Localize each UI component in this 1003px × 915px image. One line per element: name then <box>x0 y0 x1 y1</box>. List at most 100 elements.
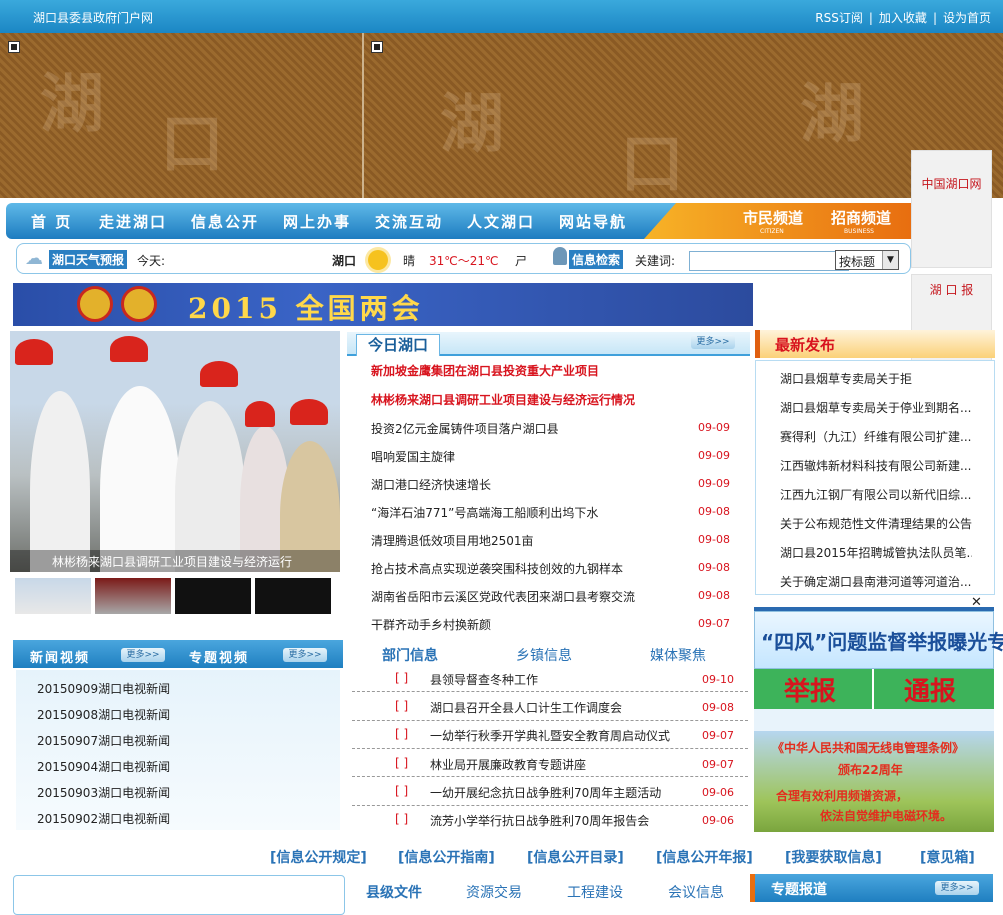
report-button[interactable]: 举报 <box>784 671 836 708</box>
video-more-link[interactable]: 更多>> <box>121 648 165 662</box>
news-link[interactable]: 唱响爱国主旋律 <box>371 448 455 465</box>
list-item[interactable]: 20150908湖口电视新闻 <box>37 706 170 723</box>
wind-icon: ㄕ <box>515 254 528 268</box>
float-link-box[interactable]: 中国湖口网 <box>911 150 992 268</box>
news-link[interactable]: “海洋石油771”号高端海工船顺利出坞下水 <box>371 504 598 521</box>
tab-special-video[interactable]: 专题视频 <box>189 647 249 666</box>
video-header: 新闻视频 更多>> 专题视频 更多>> <box>13 640 343 668</box>
two-sessions-banner[interactable]: 2015 全国两会 <box>13 283 753 326</box>
nav-culture[interactable]: 人文湖口 <box>467 211 535 232</box>
list-item[interactable]: 20150907湖口电视新闻 <box>37 732 170 749</box>
special-header: 专题报道 更多>> <box>750 874 993 902</box>
top-links: RSS订阅 | 加入收藏 | 设为首页 <box>815 11 991 25</box>
add-favorite-link[interactable]: 加入收藏 <box>879 11 927 25</box>
thumbnail[interactable] <box>95 578 171 614</box>
list-item[interactable]: 江西九江钢厂有限公司以新代旧综... <box>780 486 972 503</box>
close-icon[interactable]: ✕ <box>971 595 982 610</box>
news-date: 09-08 <box>698 533 730 546</box>
request-info-link[interactable]: [我要获取信息] <box>785 847 882 867</box>
news-date: 09-09 <box>698 477 730 490</box>
suggestion-box-link[interactable]: [意见箱] <box>920 847 975 867</box>
nav-online-service[interactable]: 网上办事 <box>283 211 351 232</box>
headline-link[interactable]: 新加坡金鹰集团在湖口县投资重大产业项目 <box>371 362 599 379</box>
latest-title[interactable]: 最新发布 <box>775 334 835 355</box>
list-item[interactable]: 关于公布规范性文件清理结果的公告 <box>780 515 972 532</box>
weather-city: 湖口 <box>332 254 357 268</box>
tab-media-focus[interactable]: 媒体聚焦 <box>650 645 706 665</box>
info-rules-link[interactable]: [信息公开规定] <box>270 847 367 867</box>
tab-resource-trade[interactable]: 资源交易 <box>466 882 522 902</box>
info-annual-report-link[interactable]: [信息公开年报] <box>656 847 753 867</box>
four-winds-title: “四风”问题监督举报曝光专区 <box>761 630 1003 654</box>
dept-news-link[interactable]: 县领导督查冬种工作 <box>430 671 538 688</box>
dept-news-link[interactable]: 流芳小学举行抗日战争胜利70周年报告会 <box>430 812 649 829</box>
thumbnail[interactable] <box>255 578 331 614</box>
tab-dept-info[interactable]: 部门信息 <box>382 645 438 665</box>
radio-regulation-banner[interactable]: 《中华人民共和国无线电管理条例》 颁布22周年 合理有效利用频谱资源， 依法自觉… <box>754 731 994 832</box>
news-link[interactable]: 清理腾退低效项目用地2501亩 <box>371 532 534 549</box>
info-catalog-link[interactable]: [信息公开目录] <box>527 847 624 867</box>
list-item[interactable]: 关于确定湖口县南港河道等河道治... <box>780 573 972 590</box>
tab-town-info[interactable]: 乡镇信息 <box>516 645 572 665</box>
watermark: 湖 <box>440 88 504 162</box>
list-item[interactable]: 赛得利（九江）纤维有限公司扩建... <box>780 428 972 445</box>
today-header: 今日湖口 更多>> <box>347 332 750 356</box>
four-winds-report-banner[interactable]: “四风”问题监督举报曝光专区 <box>754 611 1003 669</box>
photo-caption[interactable]: 林彬杨来湖口县调研工业项目建设与经济运行 <box>10 550 340 572</box>
special-title[interactable]: 专题报道 <box>771 879 827 899</box>
tab-construction[interactable]: 工程建设 <box>567 882 623 902</box>
china-hukou-link[interactable]: 中国湖口网 <box>912 175 991 192</box>
nav-info-public[interactable]: 信息公开 <box>191 211 259 232</box>
list-item[interactable]: 湖口县2015年招聘城管执法队员笔... <box>780 544 972 561</box>
news-date: 09-10 <box>702 673 734 686</box>
cloud-icon: ☁ <box>25 248 43 269</box>
watermark: 口 <box>160 108 224 182</box>
news-link[interactable]: 投资2亿元金属铸件项目落户湖口县 <box>371 420 559 437</box>
bulletin-button[interactable]: 通报 <box>904 671 956 708</box>
dept-news-link[interactable]: 一幼举行秋季开学典礼暨安全教育周启动仪式 <box>430 727 670 744</box>
headline-link[interactable]: 林彬杨来湖口县调研工业项目建设与经济运行情况 <box>371 391 635 408</box>
today-title[interactable]: 今日湖口 <box>356 334 440 356</box>
today-more-link[interactable]: 更多>> <box>691 335 735 349</box>
tab-news-video[interactable]: 新闻视频 <box>30 647 90 666</box>
news-link[interactable]: 抢占技术高点实现逆袭突围科技创效的九钢样本 <box>371 560 623 577</box>
citizen-channel[interactable]: 市民频道 <box>743 207 803 228</box>
thumbnail[interactable] <box>175 578 251 614</box>
list-item[interactable]: 江西辙炜新材料科技有限公司新建... <box>780 457 972 474</box>
list-item[interactable]: 20150909湖口电视新闻 <box>37 680 170 697</box>
set-homepage-link[interactable]: 设为首页 <box>943 11 991 25</box>
hukou-newspaper-link[interactable]: 湖 口 报 <box>912 281 991 298</box>
nav-interaction[interactable]: 交流互动 <box>375 211 443 232</box>
dept-news-link[interactable]: 湖口县召开全县人口计生工作调度会 <box>430 699 622 716</box>
list-item[interactable]: 20150903湖口电视新闻 <box>37 784 170 801</box>
list-item[interactable]: 20150902湖口电视新闻 <box>37 810 170 827</box>
special-video-more-link[interactable]: 更多>> <box>283 648 327 662</box>
list-item[interactable]: 20150904湖口电视新闻 <box>37 758 170 775</box>
nav-site-map[interactable]: 网站导航 <box>559 211 627 232</box>
nav-about[interactable]: 走进湖口 <box>99 211 167 232</box>
news-photo[interactable]: 林彬杨来湖口县调研工业项目建设与经济运行 <box>10 331 340 572</box>
special-more-link[interactable]: 更多>> <box>935 881 979 895</box>
list-item[interactable]: 湖口县烟草专卖局关于停业到期名... <box>780 399 972 416</box>
watermark: 湖 <box>40 68 104 142</box>
news-link[interactable]: 湖南省岳阳市云溪区党政代表团来湖口县考察交流 <box>371 588 635 605</box>
business-channel[interactable]: 招商频道 <box>831 207 891 228</box>
dept-news-link[interactable]: 一幼开展纪念抗日战争胜利70周年主题活动 <box>430 784 661 801</box>
news-link[interactable]: 干群齐动手乡村换新颜 <box>371 616 491 633</box>
list-item[interactable]: 湖口县烟草专卖局关于拒 <box>780 370 972 387</box>
search-type-select[interactable]: 按标题 ▼ <box>835 250 899 270</box>
latest-header: 最新发布 <box>755 330 995 358</box>
thumbnail[interactable] <box>15 578 91 614</box>
header-banner: 湖 口 湖 口 湖 <box>0 33 1003 202</box>
news-link[interactable]: 湖口港口经济快速增长 <box>371 476 491 493</box>
weather-tag: 湖口天气预报 <box>49 250 128 269</box>
nav-home[interactable]: 首 页 <box>31 211 72 232</box>
dept-news-link[interactable]: 林业局开展廉政教育专题讲座 <box>430 756 586 773</box>
rss-link[interactable]: RSS订阅 <box>815 11 863 25</box>
tab-county-docs[interactable]: 县级文件 <box>366 882 422 902</box>
keyword-input[interactable] <box>689 251 849 271</box>
tab-meeting-info[interactable]: 会议信息 <box>668 882 724 902</box>
info-guide-link[interactable]: [信息公开指南] <box>398 847 495 867</box>
news-date: 09-08 <box>698 589 730 602</box>
news-date: 09-07 <box>702 758 734 771</box>
